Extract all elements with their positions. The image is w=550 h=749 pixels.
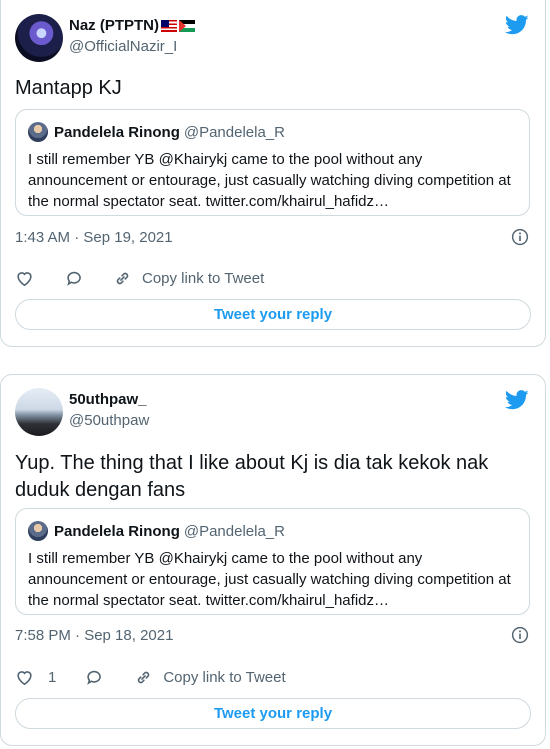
heart-icon	[17, 670, 32, 685]
like-button[interactable]: 1	[15, 668, 56, 687]
copy-link-button[interactable]: Copy link to Tweet	[134, 668, 286, 687]
tweet-card[interactable]: 50uthpaw_ @50uthpaw Yup. The thing that …	[0, 374, 546, 746]
palestine-flag-icon	[179, 20, 195, 32]
tweet-actions: Copy link to Tweet	[15, 266, 264, 290]
heart-icon	[17, 271, 32, 286]
timestamp[interactable]: 1:43 AM · Sep 19, 2021	[15, 229, 173, 246]
twitter-bird-icon[interactable]	[505, 390, 529, 410]
reply-bubble-icon	[67, 271, 81, 286]
like-count: 1	[48, 668, 57, 686]
tweet-actions: 1 Copy link to Tweet	[15, 665, 286, 689]
quoted-text: I still remember YB @Khairykj came to th…	[28, 151, 511, 210]
tweet-your-reply-button[interactable]: Tweet your reply	[15, 698, 531, 729]
info-icon[interactable]	[511, 626, 529, 644]
quoted-author: Pandelela Rinong @Pandelela_R	[54, 124, 285, 141]
quoted-avatar	[28, 122, 48, 142]
author-name[interactable]: 50uthpaw_	[69, 391, 147, 408]
tweet-text: Yup. The thing that I like about Kj is d…	[15, 452, 489, 501]
timestamp[interactable]: 7:58 PM · Sep 18, 2021	[15, 627, 173, 644]
twitter-bird-icon[interactable]	[505, 15, 529, 35]
tweet-card[interactable]: Naz (PTPTN) @OfficialNazir_I Mantapp KJ …	[0, 0, 546, 347]
avatar[interactable]	[15, 388, 63, 436]
reply-button[interactable]	[85, 668, 104, 687]
quoted-author: Pandelela Rinong @Pandelela_R	[54, 523, 285, 540]
reply-button[interactable]	[65, 269, 84, 288]
copy-link-button[interactable]: Copy link to Tweet	[113, 269, 264, 288]
like-button[interactable]	[15, 269, 34, 288]
tweet-your-reply-button[interactable]: Tweet your reply	[15, 299, 531, 330]
quoted-avatar	[28, 521, 48, 541]
malaysia-flag-icon	[161, 20, 177, 32]
link-icon	[116, 272, 129, 284]
author-handle[interactable]: @50uthpaw	[69, 412, 149, 429]
reply-bubble-icon	[87, 670, 102, 685]
quoted-tweet[interactable]: Pandelela Rinong @Pandelela_R I still rem…	[15, 109, 530, 216]
avatar[interactable]	[15, 14, 63, 62]
quoted-text: I still remember YB @Khairykj came to th…	[28, 550, 511, 609]
author-name[interactable]: Naz (PTPTN)	[69, 17, 195, 34]
quoted-tweet[interactable]: Pandelela Rinong @Pandelela_R I still rem…	[15, 508, 530, 615]
tweet-text: Mantapp KJ	[15, 77, 122, 99]
info-icon[interactable]	[511, 228, 529, 246]
author-handle[interactable]: @OfficialNazir_I	[69, 38, 177, 55]
link-icon	[138, 671, 150, 683]
